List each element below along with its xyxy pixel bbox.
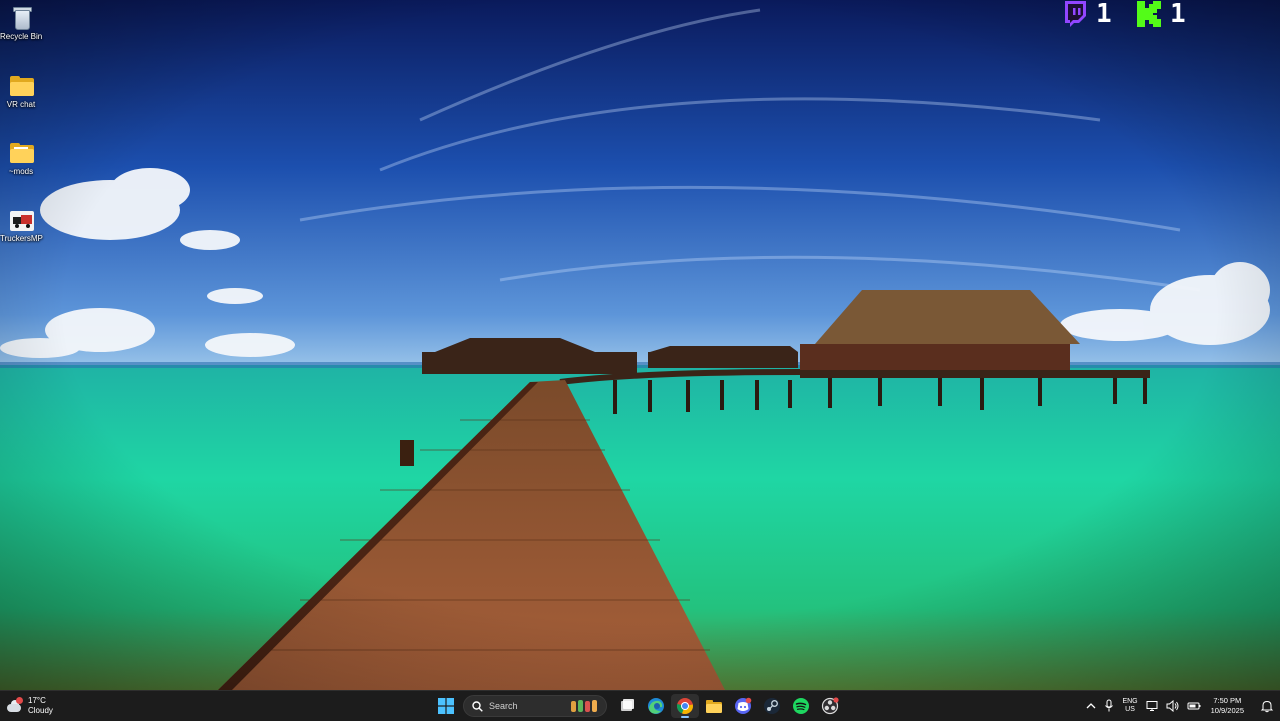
battery-tray-button[interactable]: [1187, 691, 1201, 721]
taskbar-obs-button[interactable]: [816, 694, 844, 718]
chrome-icon: [676, 698, 693, 714]
notifications-button[interactable]: [1260, 691, 1274, 721]
twitch-viewer-counter: 1: [1062, 0, 1112, 28]
obs-icon: [821, 697, 839, 715]
start-button[interactable]: [432, 694, 460, 718]
desktop-wallpaper: [0, 0, 1280, 690]
folder-icon: [8, 74, 34, 98]
search-highlight-icon: [571, 700, 597, 712]
weather-temperature: 17°C: [28, 696, 46, 705]
weather-widget[interactable]: 17°C Cloudy: [6, 694, 53, 718]
twitch-icon: [1065, 1, 1086, 27]
clock-time: 7:50 PM: [1213, 696, 1242, 705]
input-language-indicator[interactable]: ENG US: [1122, 691, 1137, 721]
recycle-bin-icon: [8, 6, 34, 30]
discord-icon: [735, 697, 752, 714]
desktop-icon-truckersmp[interactable]: TruckersMP: [0, 208, 43, 244]
system-tray: ENG US 7:50 PM 10/9/2025: [1082, 691, 1280, 721]
microphone-icon: [1105, 699, 1114, 712]
battery-icon: [1187, 702, 1201, 710]
taskbar-discord-button[interactable]: [729, 694, 757, 718]
task-view-button[interactable]: [613, 694, 641, 718]
taskbar-spotify-button[interactable]: [787, 694, 815, 718]
network-icon: [1146, 701, 1158, 711]
taskbar-file-explorer-button[interactable]: [700, 694, 728, 718]
show-hidden-icons-button[interactable]: [1086, 691, 1096, 721]
search-icon: [472, 700, 483, 712]
folder-icon: [8, 141, 34, 165]
taskbar-edge-button[interactable]: [642, 694, 670, 718]
kick-viewer-counter: 1: [1136, 0, 1186, 28]
folder-icon: [706, 700, 722, 713]
clock-date-button[interactable]: 7:50 PM 10/9/2025: [1211, 691, 1244, 721]
volume-tray-button[interactable]: [1166, 691, 1179, 721]
twitch-viewer-count: 1: [1096, 0, 1112, 29]
desktop-icon-label: Recycle Bin: [0, 32, 43, 41]
spotify-icon: [793, 698, 809, 714]
desktop-icon-vr-chat[interactable]: VR chat: [0, 74, 42, 110]
microphone-tray-button[interactable]: [1104, 691, 1114, 721]
region-code: US: [1125, 706, 1135, 713]
taskbar-steam-button[interactable]: [758, 694, 786, 718]
desktop-icon-recycle-bin[interactable]: Recycle Bin: [0, 6, 42, 42]
taskbar: 17°C Cloudy Search ENG US 7:50 PM 10/9/2…: [0, 690, 1280, 721]
taskbar-search-box[interactable]: Search: [463, 695, 607, 717]
taskbar-chrome-button[interactable]: [671, 694, 699, 718]
chevron-up-icon: [1086, 703, 1096, 709]
cloudy-weather-icon: [6, 697, 24, 715]
truckersmp-icon: [8, 208, 34, 232]
clock-date: 10/9/2025: [1210, 706, 1244, 715]
bell-icon: [1260, 700, 1274, 713]
language-code: ENG: [1122, 698, 1138, 705]
weather-condition: Cloudy: [28, 706, 53, 715]
taskbar-pinned-apps: Search: [432, 694, 845, 718]
network-tray-button[interactable]: [1146, 691, 1158, 721]
desktop-icon-mods[interactable]: ~mods: [0, 141, 42, 177]
kick-icon: [1137, 1, 1161, 27]
speaker-icon: [1166, 700, 1179, 712]
steam-icon: [764, 698, 780, 714]
desktop-icon-label: ~mods: [8, 167, 34, 176]
desktop-icon-label: TruckersMP: [0, 234, 43, 243]
kick-viewer-count: 1: [1170, 0, 1186, 29]
task-view-icon: [621, 699, 634, 711]
edge-icon: [648, 698, 664, 714]
search-placeholder: Search: [489, 701, 518, 711]
windows-start-icon: [438, 698, 454, 714]
desktop-icon-label: VR chat: [6, 100, 36, 109]
